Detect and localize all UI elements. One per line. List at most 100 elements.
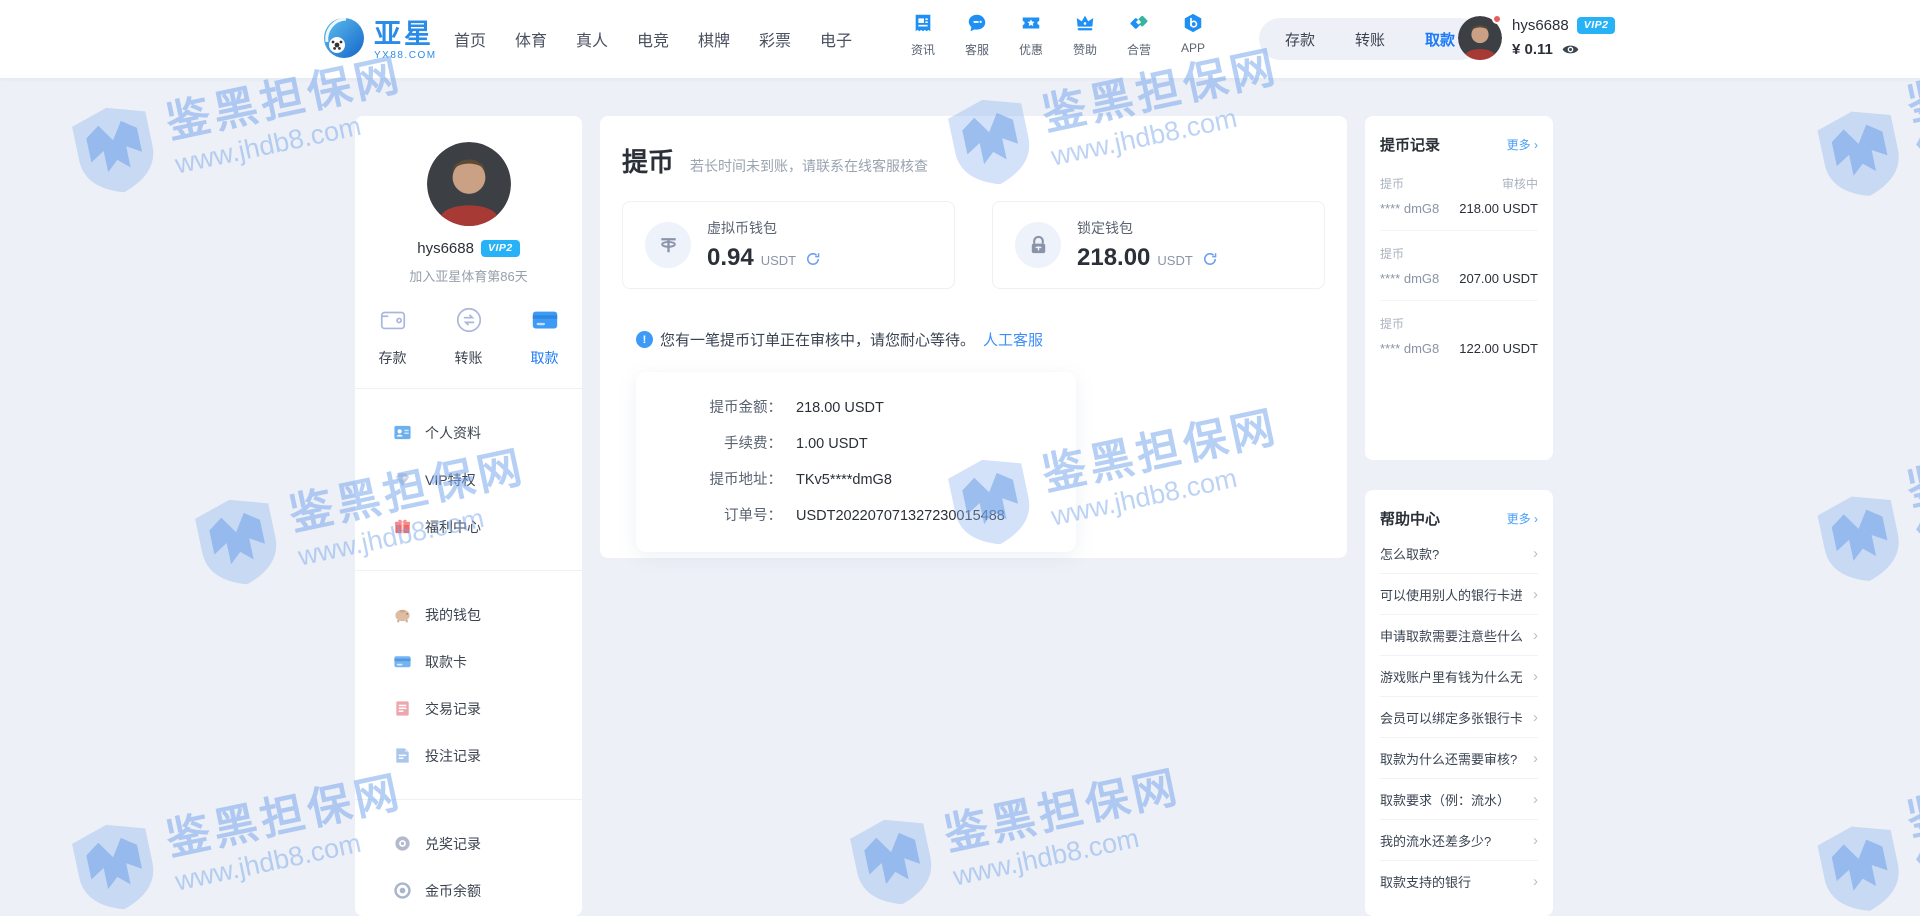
diamond-icon — [393, 470, 412, 489]
watermark-shield-icon — [1806, 484, 1916, 598]
top-bar: 亚星 YX88.COM 首页 体育 真人 电竞 棋牌 彩票 电子 资讯 客服 优惠 — [0, 0, 1920, 78]
help-item-text: 游戏账户里有钱为什么无法... — [1380, 667, 1522, 686]
partner-menu-item[interactable]: 合营 — [1112, 10, 1166, 58]
chevron-right-icon — [1533, 873, 1538, 890]
sidebar-item-transactions[interactable]: 交易记录 — [355, 685, 582, 732]
nav-link[interactable]: 电竞 — [637, 27, 669, 51]
quick-action-deposit[interactable]: 存款 — [367, 305, 419, 368]
help-item-text: 取款要求（例：流水） — [1380, 790, 1510, 809]
records-more-link[interactable]: 更多 — [1507, 136, 1538, 153]
help-item[interactable]: 我的流水还差多少? — [1380, 820, 1538, 861]
record-row[interactable]: 提币 审核中 **** dmG8 218.00 USDT — [1380, 161, 1538, 231]
sidebar-item-welfare[interactable]: 福利中心 — [355, 503, 582, 550]
redeem-target-icon — [393, 834, 412, 853]
help-item[interactable]: 可以使用别人的银行卡进行... — [1380, 574, 1538, 615]
help-item[interactable]: 取款要求（例：流水） — [1380, 779, 1538, 820]
nav-link[interactable]: 首页 — [454, 27, 486, 51]
app-menu-item[interactable]: APP — [1166, 10, 1220, 58]
avatar[interactable] — [427, 142, 511, 226]
logo-name: 亚星 — [374, 21, 437, 48]
wallet-unit: USDT — [761, 253, 796, 268]
deposit-button[interactable]: 存款 — [1265, 29, 1335, 50]
watermark: 鉴黑担保网 www.jhdb8.com — [1804, 761, 1920, 916]
help-item[interactable]: 取款为什么还需要审核? — [1380, 738, 1538, 779]
nav-link[interactable]: 彩票 — [759, 27, 791, 51]
news-menu-item[interactable]: 资讯 — [896, 10, 950, 58]
sidebar-item-coins[interactable]: 金币余额 — [355, 867, 582, 914]
record-address: **** dmG8 — [1380, 341, 1439, 356]
sidebar-item-bets[interactable]: 投注记录 — [355, 732, 582, 779]
order-number-value: USDT202207071327230015488 — [796, 506, 1005, 526]
record-status: 审核中 — [1502, 175, 1538, 192]
logo-domain: YX88.COM — [374, 51, 437, 61]
quick-action-label: 取款 — [531, 348, 559, 368]
lock-icon — [1015, 222, 1061, 268]
nav-link[interactable]: 棋牌 — [698, 27, 730, 51]
promo-menu-item[interactable]: 优惠 — [1004, 10, 1058, 58]
site-logo[interactable]: 亚星 YX88.COM — [322, 16, 437, 65]
page-subtitle: 若长时间未到账，请联系在线客服核查 — [690, 156, 928, 176]
quick-action-transfer[interactable]: 转账 — [443, 305, 495, 368]
transfer-button[interactable]: 转账 — [1335, 29, 1405, 50]
watermark-shield-icon — [61, 812, 171, 916]
sidebar-item-wallet[interactable]: 我的钱包 — [355, 591, 582, 638]
withdraw-records-panel: 提币记录 更多 提币 审核中 **** dmG8 218.00 USDT 提币 — [1365, 116, 1553, 460]
watermark-shield-icon — [61, 95, 171, 209]
main-nav: 首页 体育 真人 电竞 棋牌 彩票 电子 — [454, 0, 852, 78]
record-address: **** dmG8 — [1380, 201, 1439, 216]
refresh-icon[interactable] — [805, 251, 821, 272]
sidebar-item-redeem[interactable]: 兑奖记录 — [355, 820, 582, 867]
record-amount: 122.00 USDT — [1459, 341, 1538, 356]
detail-label: 手续费： — [660, 434, 782, 454]
soccer-logo-icon — [322, 16, 366, 65]
sponsor-menu-item[interactable]: 赞助 — [1058, 10, 1112, 58]
chevron-right-icon — [1533, 750, 1538, 767]
transfer-icon — [454, 305, 484, 340]
help-item[interactable]: 申请取款需要注意些什么? — [1380, 615, 1538, 656]
nav-link[interactable]: 体育 — [515, 27, 547, 51]
locked-wallet-card: 锁定钱包 218.00 USDT — [992, 201, 1325, 289]
sidebar-item-label: VIP特权 — [425, 470, 476, 490]
help-item[interactable]: 会员可以绑定多张银行卡吗? — [1380, 697, 1538, 738]
user-area[interactable]: hys6688 VIP2 ¥ 0.11 — [1458, 16, 1615, 60]
sidebar-item-label: 福利中心 — [425, 517, 481, 537]
help-item[interactable]: 取款支持的银行 — [1380, 861, 1538, 902]
help-item-text: 我的流水还差多少? — [1380, 831, 1491, 850]
customer-service-label: 客服 — [965, 41, 989, 58]
help-item-text: 可以使用别人的银行卡进行... — [1380, 585, 1522, 604]
coin-icon — [393, 881, 412, 900]
help-more-link[interactable]: 更多 — [1507, 510, 1538, 527]
customer-service-menu-item[interactable]: 客服 — [950, 10, 1004, 58]
sidebar-item-label: 交易记录 — [425, 699, 481, 719]
record-row[interactable]: 提币 **** dmG8 207.00 USDT — [1380, 231, 1538, 301]
chevron-right-icon — [1533, 545, 1538, 562]
sidebar-username: hys6688 — [417, 240, 474, 257]
record-type: 提币 — [1380, 175, 1404, 192]
sidebar-item-vip[interactable]: VIP特权 — [355, 456, 582, 503]
eye-icon[interactable] — [1561, 40, 1580, 59]
help-item-text: 申请取款需要注意些什么? — [1380, 626, 1522, 645]
help-item[interactable]: 怎么取款? — [1380, 533, 1538, 574]
nav-link[interactable]: 电子 — [820, 27, 852, 51]
record-amount: 207.00 USDT — [1459, 271, 1538, 286]
sidebar-item-withdraw-card[interactable]: 取款卡 — [355, 638, 582, 685]
sponsor-crown-icon — [1074, 10, 1096, 36]
sidebar-item-label: 取款卡 — [425, 652, 467, 672]
help-item-text: 取款支持的银行 — [1380, 872, 1471, 891]
piggy-bank-icon — [393, 605, 412, 624]
record-type: 提币 — [1380, 245, 1404, 262]
withdraw-panel: 提币 若长时间未到账，请联系在线客服核查 虚拟币钱包 0.94 USDT — [600, 116, 1347, 558]
help-item[interactable]: 游戏账户里有钱为什么无法... — [1380, 656, 1538, 697]
partner-icon — [1128, 10, 1150, 36]
manual-service-link[interactable]: 人工客服 — [983, 329, 1043, 350]
detail-label: 提币金额： — [660, 398, 782, 418]
sidebar-item-profile[interactable]: 个人资料 — [355, 409, 582, 456]
nav-link[interactable]: 真人 — [576, 27, 608, 51]
vip-badge: VIP2 — [481, 240, 520, 257]
quick-action-withdraw[interactable]: 取款 — [519, 305, 571, 368]
notification-dot — [1492, 14, 1502, 24]
record-row[interactable]: 提币 **** dmG8 122.00 USDT — [1380, 301, 1538, 370]
refresh-icon[interactable] — [1202, 251, 1218, 272]
customer-service-icon — [966, 10, 988, 36]
chevron-right-icon — [1533, 586, 1538, 603]
